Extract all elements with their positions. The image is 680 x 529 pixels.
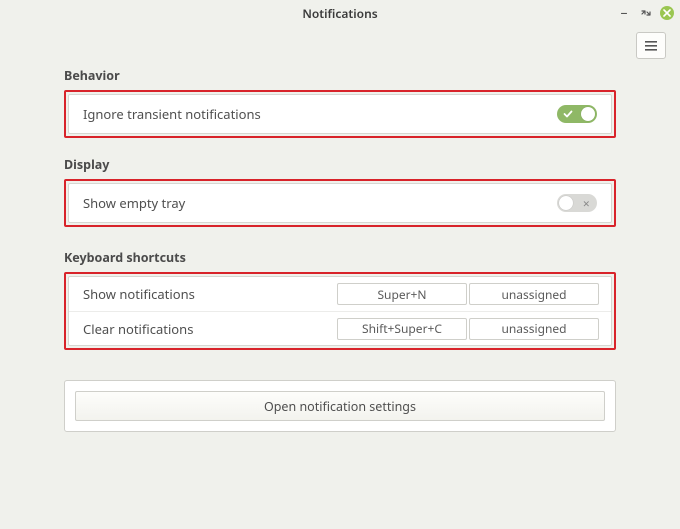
menu-button[interactable] [636, 32, 666, 59]
titlebar: Notifications – [0, 0, 680, 26]
shortcut-binding-1[interactable]: Shift+Super+C [337, 318, 467, 340]
toolbar [0, 26, 680, 59]
shortcut-binding-1[interactable]: Super+N [337, 283, 467, 305]
show-empty-tray-label: Show empty tray [83, 194, 185, 212]
ignore-transient-label: Ignore transient notifications [83, 105, 261, 123]
hamburger-icon [645, 41, 657, 51]
shortcut-name: Clear notifications [83, 320, 335, 338]
show-empty-tray-toggle[interactable]: ✕ [557, 194, 597, 212]
shortcut-row: Clear notifications Shift+Super+C unassi… [69, 311, 611, 345]
window-controls: – [616, 0, 674, 26]
shortcuts-highlight: Show notifications Super+N unassigned Cl… [64, 272, 616, 350]
ignore-transient-toggle[interactable] [557, 105, 597, 123]
display-panel: Show empty tray ✕ [68, 183, 612, 223]
footer-panel: Open notification settings [64, 380, 616, 432]
section-title-shortcuts: Keyboard shortcuts [64, 249, 616, 266]
minimize-button[interactable]: – [616, 5, 632, 21]
open-notification-settings-button[interactable]: Open notification settings [75, 391, 605, 421]
section-title-behavior: Behavior [64, 67, 616, 84]
shortcut-name: Show notifications [83, 285, 335, 303]
window-title: Notifications [302, 5, 377, 22]
row-show-empty-tray: Show empty tray ✕ [69, 184, 611, 222]
section-title-display: Display [64, 156, 616, 173]
maximize-button[interactable] [638, 5, 654, 21]
x-icon: ✕ [582, 197, 590, 210]
row-ignore-transient: Ignore transient notifications [69, 95, 611, 133]
behavior-panel: Ignore transient notifications [68, 94, 612, 134]
shortcuts-panel: Show notifications Super+N unassigned Cl… [68, 276, 612, 346]
shortcut-row: Show notifications Super+N unassigned [69, 277, 611, 311]
close-button[interactable] [660, 6, 674, 20]
content: Behavior Ignore transient notifications … [0, 59, 680, 432]
display-highlight: Show empty tray ✕ [64, 179, 616, 227]
shortcut-binding-2[interactable]: unassigned [469, 283, 599, 305]
behavior-highlight: Ignore transient notifications [64, 90, 616, 138]
check-icon [563, 109, 573, 119]
shortcut-binding-2[interactable]: unassigned [469, 318, 599, 340]
